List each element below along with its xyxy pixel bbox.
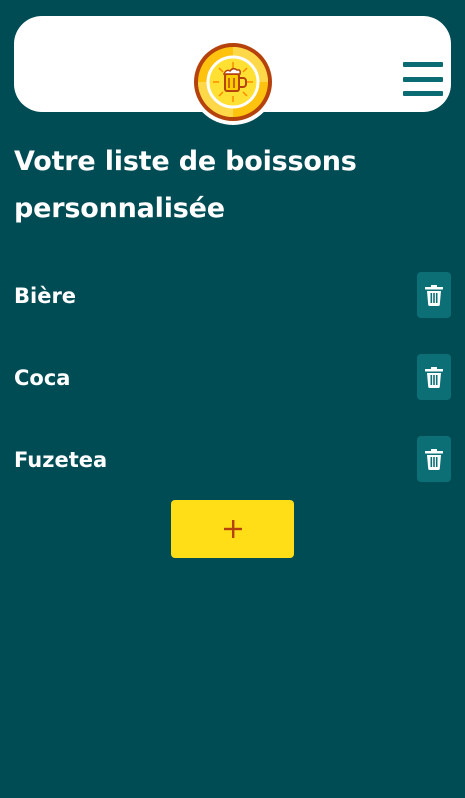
- list-item: Bière: [0, 272, 465, 354]
- trash-icon: [425, 284, 443, 306]
- add-drink-button[interactable]: [171, 500, 294, 558]
- drink-name: Bière: [14, 284, 77, 308]
- menu-button[interactable]: [400, 61, 446, 97]
- list-item: Coca: [0, 354, 465, 436]
- menu-icon-bar-middle: [403, 76, 443, 82]
- app-page: Votre liste de boissons personnalisée Bi…: [0, 0, 465, 798]
- drink-list: Bière Coca Fuzetea: [0, 272, 465, 518]
- beer-mug-coin-icon: [194, 43, 272, 121]
- delete-button[interactable]: [417, 354, 451, 400]
- trash-icon: [425, 448, 443, 470]
- menu-icon-bar-top: [403, 62, 443, 67]
- menu-icon-bar-bottom: [403, 91, 443, 96]
- app-logo[interactable]: [190, 39, 276, 125]
- trash-icon: [425, 366, 443, 388]
- delete-button[interactable]: [417, 272, 451, 318]
- delete-button[interactable]: [417, 436, 451, 482]
- drink-name: Fuzetea: [14, 448, 108, 472]
- drink-name: Coca: [14, 366, 71, 390]
- plus-icon: [223, 520, 242, 538]
- page-title: Votre liste de boissons personnalisée: [14, 146, 357, 224]
